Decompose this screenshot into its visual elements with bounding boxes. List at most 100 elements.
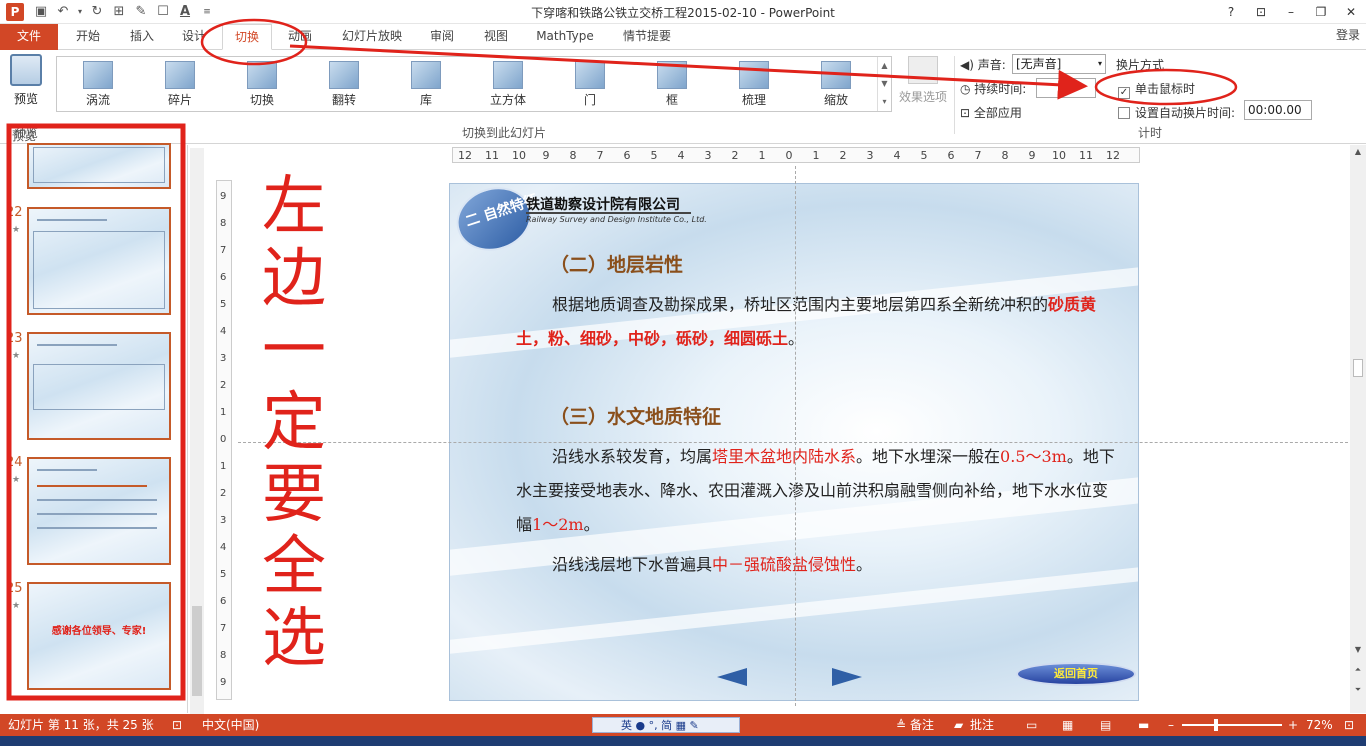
preview-button[interactable]: 预览	[6, 54, 46, 107]
dropdown-icon[interactable]: ▾	[74, 2, 86, 22]
tab-storyboarding[interactable]: 情节提要	[614, 24, 680, 50]
preview-icon	[10, 54, 42, 86]
slide-sorter-icon[interactable]: ▦	[1062, 714, 1073, 736]
transition-vortex[interactable]: 涡流	[57, 57, 139, 111]
notes-button[interactable]: 备注	[910, 714, 934, 736]
scroll-down-icon[interactable]: ▼	[1352, 645, 1364, 654]
zoom-in-button[interactable]: +	[1288, 714, 1298, 736]
comments-button[interactable]: 批注	[970, 714, 994, 736]
previous-slide-arrow-icon[interactable]	[717, 668, 747, 686]
redo-icon[interactable]: ↻	[86, 2, 108, 22]
next-slide-icon[interactable]: ⏷	[1352, 685, 1364, 695]
slide-thumbnail[interactable]	[27, 457, 171, 565]
help-button[interactable]: ?	[1216, 0, 1246, 24]
thumbnail-scrollbar[interactable]	[190, 148, 204, 714]
slide-thumbnail[interactable]: 感谢各位领导、专家!	[27, 582, 171, 690]
ribbon-display-button[interactable]: ⊡	[1246, 0, 1276, 24]
minimize-button[interactable]: –	[1276, 0, 1306, 24]
auto-advance-time-input[interactable]: 00:00.00	[1244, 100, 1312, 120]
save-icon[interactable]: ▣	[30, 2, 52, 22]
textbox-icon[interactable]: ☐	[152, 2, 174, 22]
window-controls: ? ⊡ – ❐ ✕	[1216, 0, 1366, 24]
transition-zoom[interactable]: 缩放	[795, 57, 877, 111]
tab-slideshow[interactable]: 幻灯片放映	[334, 24, 410, 50]
on-click-checkbox[interactable]: ✓	[1118, 87, 1130, 99]
vortex-icon	[83, 61, 113, 89]
spell-check-icon[interactable]: ⊡	[172, 714, 182, 736]
switch-icon	[247, 61, 277, 89]
ime-toolbar[interactable]: 英 ● °, 简 ▦ ✎	[592, 717, 740, 733]
duration-input[interactable]	[1036, 78, 1096, 98]
close-button[interactable]: ✕	[1336, 0, 1366, 24]
tab-review[interactable]: 审阅	[420, 24, 464, 50]
slide-thumbnail[interactable]	[27, 332, 171, 440]
undo-icon[interactable]: ↶	[52, 2, 74, 22]
previous-slide-icon[interactable]: ⏶	[1352, 665, 1364, 675]
transition-gallery-item[interactable]: 库	[385, 57, 467, 111]
slideshow-view-icon[interactable]: ▬	[1138, 714, 1149, 736]
zoom-level[interactable]: 72%	[1306, 714, 1333, 736]
effect-options-button[interactable]: 效果选项	[896, 56, 950, 105]
transition-shred[interactable]: 碎片	[139, 57, 221, 111]
transition-flip[interactable]: 翻转	[303, 57, 385, 111]
apply-all-button[interactable]: 全部应用	[974, 106, 1022, 120]
section-title-hydrogeology: （三）水文地质特征	[550, 406, 722, 428]
tab-home[interactable]: 开始	[66, 24, 110, 50]
slide-number: 24	[6, 455, 23, 470]
apply-all-icon: ⊡	[960, 106, 974, 120]
zoom-out-button[interactable]: –	[1168, 714, 1174, 736]
auto-advance-checkbox[interactable]	[1118, 107, 1130, 119]
horizontal-guide[interactable]	[238, 442, 1348, 443]
gallery-scroll[interactable]: ▲ ▼ ▾	[877, 57, 891, 111]
doors-icon	[575, 61, 605, 89]
customize-icon[interactable]: ≡	[196, 2, 218, 22]
transition-cube[interactable]: 立方体	[467, 57, 549, 111]
notes-icon: ≜	[896, 718, 907, 732]
tab-transitions[interactable]: 切换	[222, 24, 272, 50]
scroll-up-icon[interactable]: ▲	[1352, 147, 1364, 156]
tab-view[interactable]: 视图	[474, 24, 518, 50]
zoom-slider[interactable]	[1182, 724, 1282, 726]
horizontal-ruler: 12 11 10 9 8 7 6 5 4 3 2 1 0 1 2 3 4 5 6 7 8 9 10 11 12	[452, 147, 1140, 163]
powerpoint-app-icon[interactable]: P	[6, 3, 24, 21]
slide-thumbnail[interactable]	[27, 143, 171, 189]
zoom-slider-handle[interactable]	[1214, 719, 1218, 731]
fit-to-window-icon[interactable]: ⊡	[1344, 714, 1354, 736]
flip-icon	[329, 61, 359, 89]
transition-doors[interactable]: 门	[549, 57, 631, 111]
sound-label: 声音:	[977, 58, 1006, 72]
font-color-icon[interactable]: A	[174, 2, 196, 22]
brush-icon[interactable]: ✎	[130, 2, 152, 22]
tab-insert[interactable]: 插入	[120, 24, 164, 50]
tab-mathtype[interactable]: MathType	[528, 24, 602, 50]
transition-star-icon: ★	[12, 601, 21, 611]
restore-button[interactable]: ❐	[1306, 0, 1336, 24]
slide-count-status: 幻灯片 第 11 张，共 25 张	[8, 718, 154, 732]
editor-scrollbar[interactable]: ▲ ▼ ⏶ ⏷	[1350, 145, 1366, 713]
sound-icon: ◀)	[960, 58, 978, 72]
normal-view-icon[interactable]: ▭	[1026, 714, 1037, 736]
presentation-icon[interactable]: ⊞	[108, 2, 130, 22]
slide-number: 25	[6, 581, 23, 596]
tab-design[interactable]: 设计	[172, 24, 216, 50]
return-home-button[interactable]: 返回首页	[1016, 662, 1136, 686]
slide-thumbnail[interactable]	[27, 207, 171, 315]
reading-view-icon[interactable]: ▤	[1100, 714, 1111, 736]
auto-advance-option[interactable]: 设置自动换片时间:	[1118, 104, 1235, 121]
transition-star-icon: ★	[12, 351, 21, 361]
transition-box[interactable]: 框	[631, 57, 713, 111]
duration-label: 持续时间:	[974, 82, 1027, 96]
login-link[interactable]: 登录	[1336, 26, 1360, 43]
tab-animations[interactable]: 动画	[278, 24, 322, 50]
sound-select[interactable]: [无声音] ▾	[1012, 54, 1106, 74]
preview-label: 预览	[13, 92, 38, 106]
transition-switch[interactable]: 切换	[221, 57, 303, 111]
language-status[interactable]: 中文(中国)	[202, 714, 259, 736]
strata-paragraph: 根据地质调查及勘探成果，桥址区范围内主要地层第四系全新统冲积的砂质黄土，粉、细砂…	[516, 295, 1097, 348]
hydrogeology-paragraph: 沿线水系较发育，均属塔里木盆地内陆水系。地下水埋深一般在0.5～3m。地下水主要…	[516, 447, 1115, 534]
vertical-guide[interactable]	[795, 166, 796, 706]
on-click-option[interactable]: ✓ 单击鼠标时	[1118, 80, 1195, 99]
transition-comb[interactable]: 梳理	[713, 57, 795, 111]
next-slide-arrow-icon[interactable]	[832, 668, 862, 686]
tab-file[interactable]: 文件	[0, 24, 58, 50]
